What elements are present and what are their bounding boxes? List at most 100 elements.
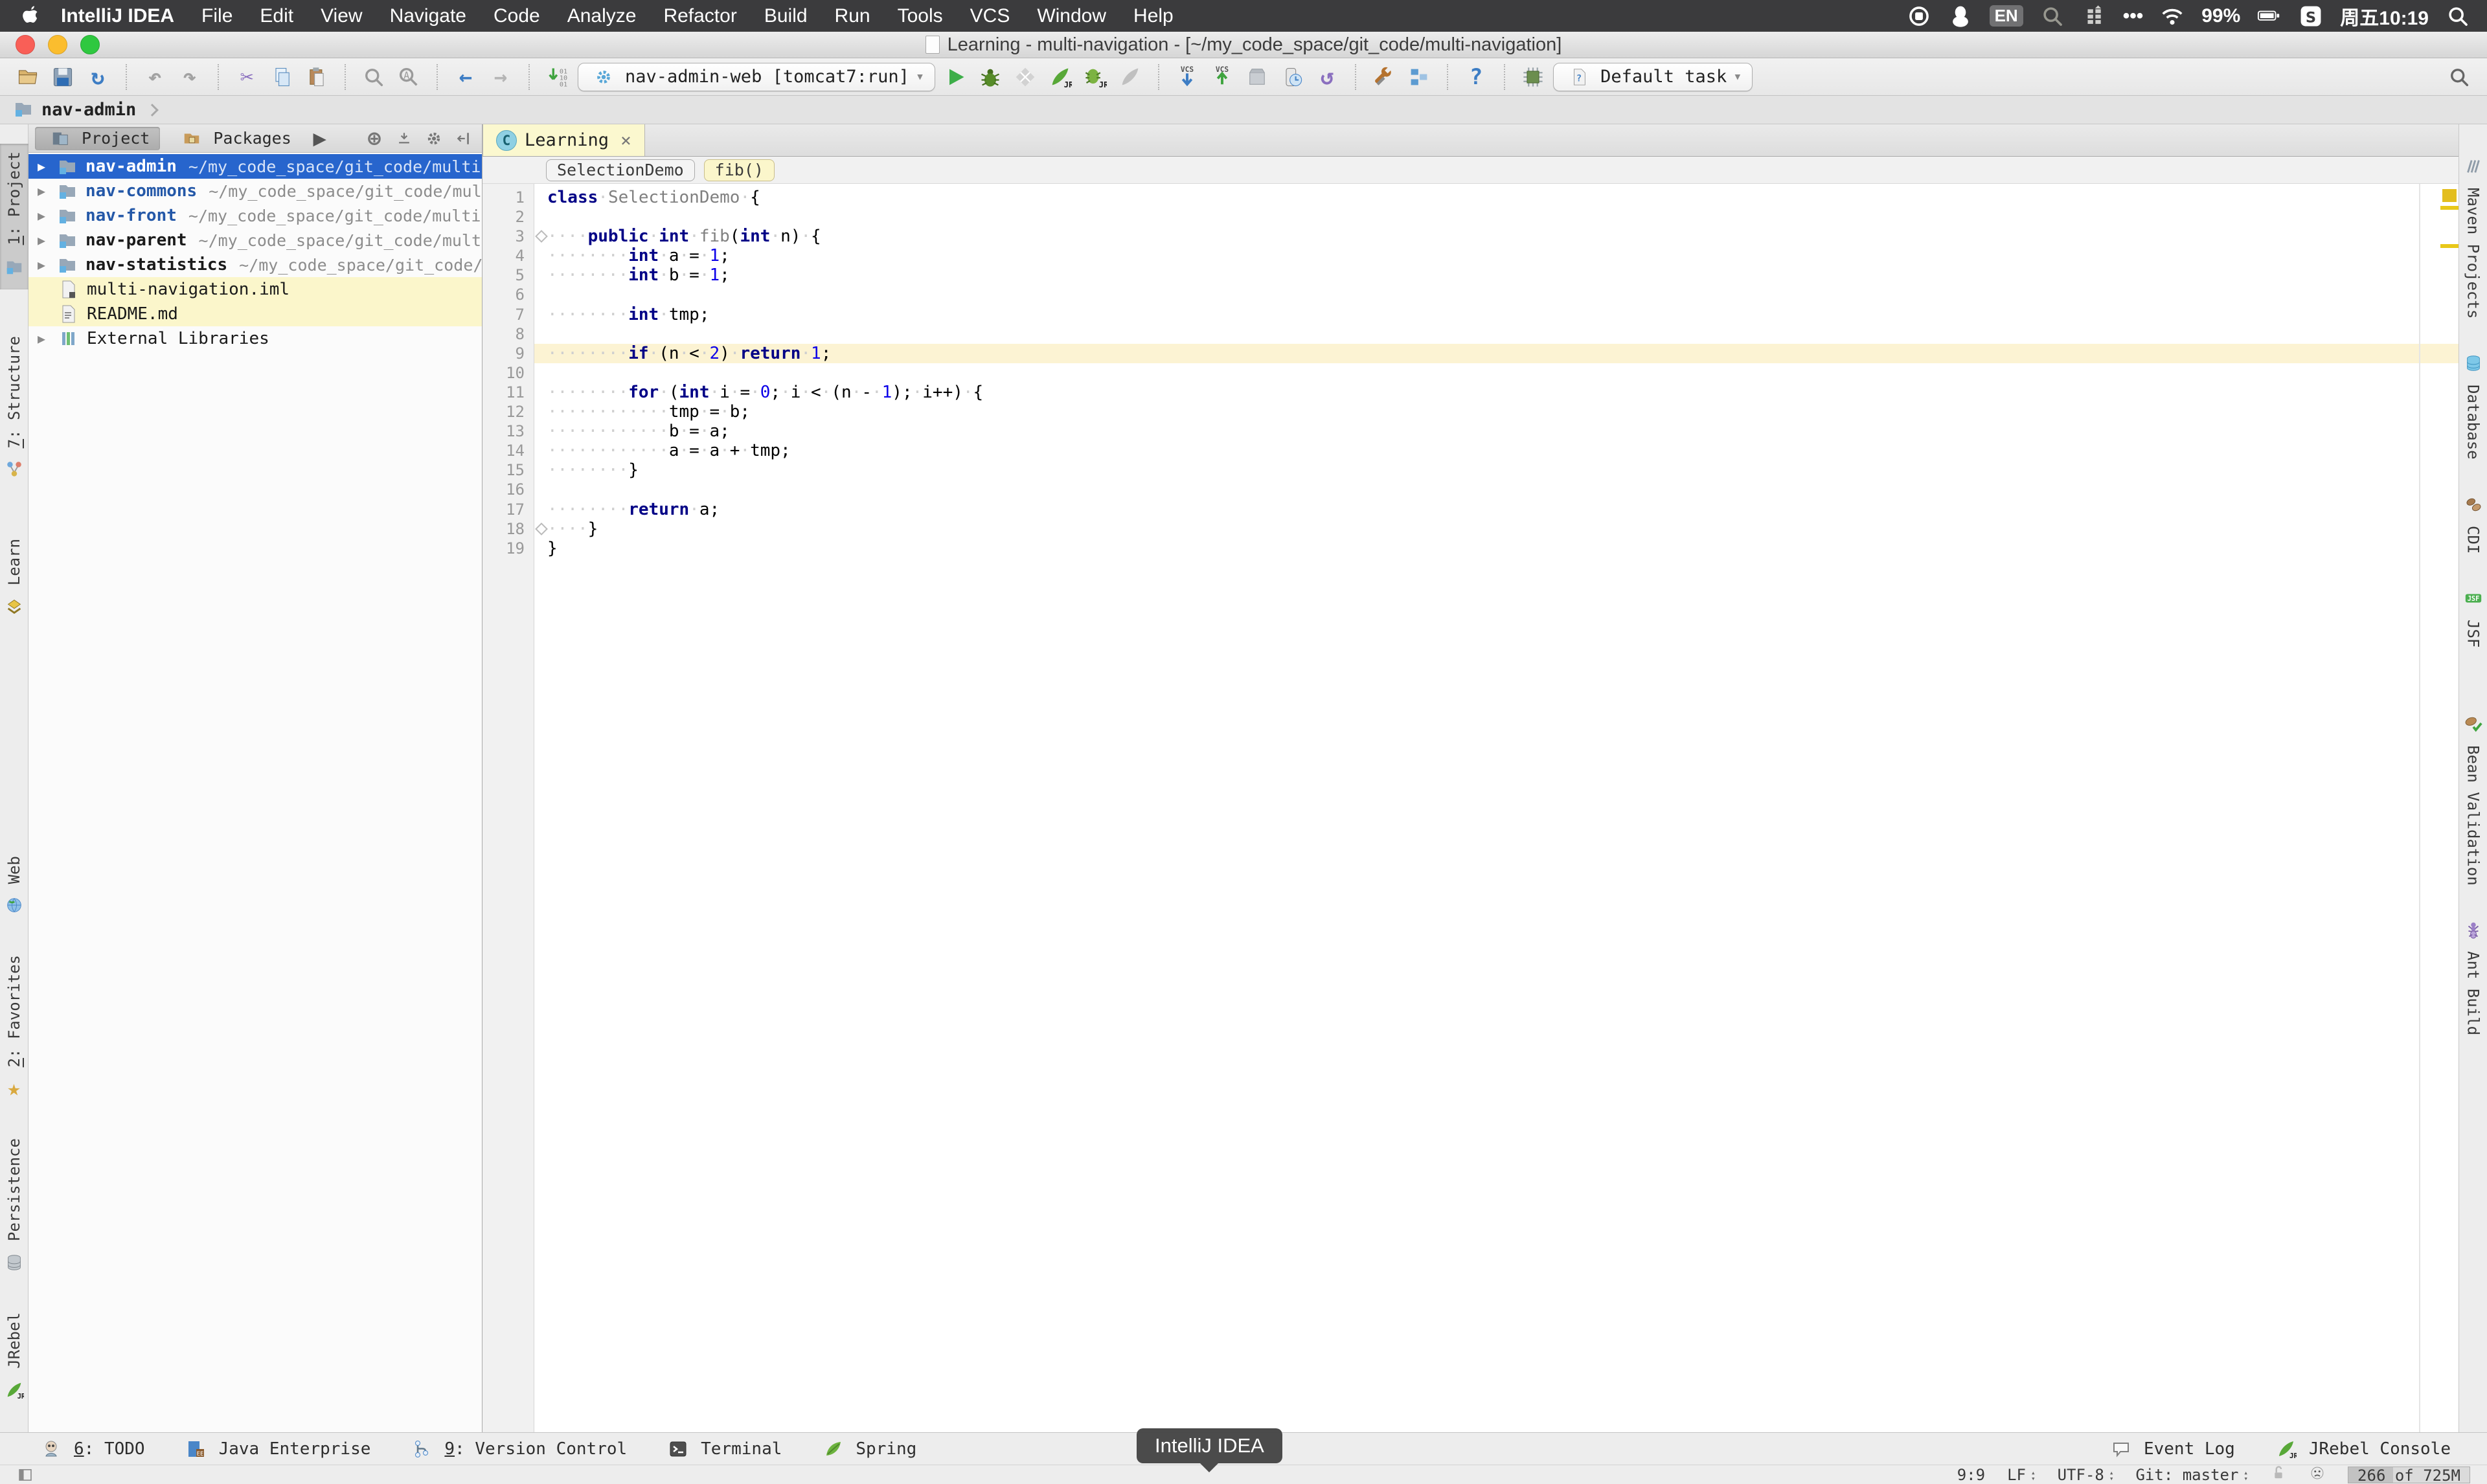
menu-file[interactable]: File xyxy=(201,5,233,27)
jrebel-debug-icon[interactable]: JR xyxy=(1080,62,1110,92)
copy-icon[interactable] xyxy=(267,62,297,92)
wifi-icon[interactable] xyxy=(2160,4,2185,28)
close-tab-icon[interactable]: × xyxy=(620,129,631,151)
tool-window-button-learn[interactable]: Learn xyxy=(0,531,28,629)
panel-tab-project[interactable]: Project xyxy=(35,126,161,150)
status-widget-lf[interactable]: LF ▴ ▾ xyxy=(2007,1466,2036,1484)
tree-item-nav-statistics[interactable]: ▶ nav-statistics ~/my_code_space/git_code/… xyxy=(28,253,482,277)
open-file-icon[interactable] xyxy=(13,62,43,92)
run-config-selector[interactable]: nav-admin-web [tomcat7:run] ▾ xyxy=(578,62,936,91)
expand-arrow-icon[interactable]: ▶ xyxy=(38,183,57,199)
dock-icon[interactable] xyxy=(452,127,475,150)
jrebel-chip-icon[interactable] xyxy=(1518,62,1548,92)
status-text[interactable]: 周五10:19 xyxy=(2340,2,2429,30)
apple-menu-icon[interactable] xyxy=(17,3,43,29)
tree-item-nav-parent[interactable]: ▶ nav-parent ~/my_code_space/git_code/mult… xyxy=(28,228,482,253)
vcs-commit-icon[interactable]: VCS xyxy=(1207,62,1237,92)
input-source-indicator[interactable]: EN xyxy=(1989,5,2023,27)
editor-tab-learning[interactable]: C Learning × xyxy=(483,124,645,156)
breadcrumb[interactable]: nav-admin xyxy=(41,100,136,120)
rollback-icon[interactable]: ↺ xyxy=(1312,62,1342,92)
status-widget-git-master[interactable]: Git: master ▴ ▾ xyxy=(2135,1466,2248,1484)
attach-debugger-icon[interactable] xyxy=(1277,62,1307,92)
menu-build[interactable]: Build xyxy=(764,5,808,27)
collapse-all-icon[interactable] xyxy=(392,127,416,150)
search-white-icon[interactable] xyxy=(2446,4,2470,28)
menu-navigate[interactable]: Navigate xyxy=(390,5,466,27)
jrebel-run-icon[interactable]: JR xyxy=(1045,62,1075,92)
locate-icon[interactable]: ⊕ xyxy=(363,127,386,150)
input-switcher-icon[interactable] xyxy=(2082,4,2106,28)
hector-icon[interactable] xyxy=(2309,1465,2326,1484)
tree-item-nav-admin[interactable]: ▶ nav-admin ~/my_code_space/git_code/multi… xyxy=(28,154,482,179)
tool-window-button-jrebel-console[interactable]: JR JRebel Console xyxy=(2271,1434,2451,1464)
undo-icon[interactable]: ↶ xyxy=(140,62,170,92)
tree-item-readme-md[interactable]: README.md xyxy=(28,302,482,326)
menu-tools[interactable]: Tools xyxy=(898,5,943,27)
menu-view[interactable]: View xyxy=(321,5,362,27)
expand-arrow-icon[interactable]: ▶ xyxy=(38,257,57,273)
sogou-icon[interactable]: S xyxy=(2299,4,2323,28)
replace-icon[interactable]: A xyxy=(394,62,424,92)
tool-window-button-jsf[interactable]: JSF JSF xyxy=(2459,576,2487,655)
tree-item-multi-navigation-iml[interactable]: multi-navigation.iml xyxy=(28,277,482,302)
tool-window-button-jrebel[interactable]: JRebel JR xyxy=(0,1305,28,1413)
forward-icon[interactable]: → xyxy=(486,62,516,92)
panel-tab-packages[interactable]: Packages xyxy=(166,127,301,150)
menu-refactor[interactable]: Refactor xyxy=(663,5,736,27)
fold-marker[interactable] xyxy=(535,523,548,535)
binary-view-icon[interactable]: 01 10 01 xyxy=(543,62,573,92)
tool-window-button-favorites[interactable]: 2: Favorites ★ xyxy=(0,947,28,1111)
vcs-update-icon[interactable]: VCS xyxy=(1172,62,1202,92)
status-text[interactable]: ••• xyxy=(2123,5,2144,27)
tool-window-toggle-icon[interactable] xyxy=(17,1467,34,1483)
tool-window-button-event-log[interactable]: Event Log xyxy=(2106,1434,2235,1464)
menu-vcs[interactable]: VCS xyxy=(970,5,1010,27)
tool-window-button-project[interactable]: 1: Project xyxy=(0,144,28,289)
settings-gear-icon[interactable] xyxy=(422,127,446,150)
fold-marker[interactable] xyxy=(535,230,548,243)
back-icon[interactable]: ← xyxy=(451,62,481,92)
help-icon[interactable]: ? xyxy=(1461,62,1491,92)
tool-window-button-ant-build[interactable]: Ant Build xyxy=(2459,907,2487,1043)
tool-window-button-bean-validation[interactable]: Bean Validation xyxy=(2459,701,2487,894)
tool-window-button-version-control[interactable]: 9: Version Control xyxy=(407,1434,627,1464)
tool-window-button-persistence[interactable]: Persistence xyxy=(0,1130,28,1285)
spotlight-dim-icon[interactable] xyxy=(2040,4,2065,28)
status-widget-9-9[interactable]: 9:9 xyxy=(1957,1466,1985,1484)
paste-icon[interactable] xyxy=(302,62,332,92)
coverage-icon[interactable] xyxy=(1010,62,1040,92)
tool-window-button-database[interactable]: Database xyxy=(2459,341,2487,467)
debug-icon[interactable] xyxy=(975,62,1005,92)
menu-analyze[interactable]: Analyze xyxy=(567,5,637,27)
tool-window-button-maven-projects[interactable]: Maven Projects xyxy=(2459,144,2487,326)
expand-arrow-icon[interactable]: ▶ xyxy=(38,331,57,346)
breadcrumb-fib[interactable]: fib() xyxy=(703,159,775,181)
error-stripe[interactable] xyxy=(2440,184,2459,1432)
breadcrumb-selectiondemo[interactable]: SelectionDemo xyxy=(546,159,695,181)
unlock-icon[interactable] xyxy=(2270,1465,2287,1484)
save-all-icon[interactable] xyxy=(48,62,78,92)
project-structure-icon[interactable] xyxy=(1404,62,1434,92)
tool-window-button-java-enterprise[interactable]: EE Java Enterprise xyxy=(181,1434,370,1464)
redo-icon[interactable]: ↷ xyxy=(175,62,205,92)
tool-window-button-todo[interactable]: 6: TODO xyxy=(36,1434,145,1464)
menu-edit[interactable]: Edit xyxy=(260,5,293,27)
synchronize-icon[interactable]: ↻ xyxy=(83,62,113,92)
settings-icon[interactable] xyxy=(1369,62,1399,92)
status-widget-utf-8[interactable]: UTF-8 ▴ ▾ xyxy=(2058,1466,2114,1484)
menu-window[interactable]: Window xyxy=(1037,5,1106,27)
menu-run[interactable]: Run xyxy=(835,5,870,27)
tool-window-button-structure[interactable]: 7: Structure xyxy=(0,328,28,492)
search-everywhere-icon[interactable] xyxy=(2444,62,2474,92)
tool-window-button-terminal[interactable]: Terminal xyxy=(663,1434,782,1464)
find-icon[interactable] xyxy=(359,62,389,92)
tree-item-external-libraries[interactable]: ▶ External Libraries xyxy=(28,326,482,351)
tree-item-nav-commons[interactable]: ▶ nav-commons ~/my_code_space/git_code/mul… xyxy=(28,179,482,203)
expand-arrow-icon[interactable]: ▶ xyxy=(38,208,57,223)
qq-icon[interactable] xyxy=(1948,4,1973,28)
shelf-icon[interactable] xyxy=(1242,62,1272,92)
jrebel-disabled-icon[interactable] xyxy=(1115,62,1145,92)
menu-code[interactable]: Code xyxy=(494,5,540,27)
cut-icon[interactable]: ✂ xyxy=(232,62,262,92)
